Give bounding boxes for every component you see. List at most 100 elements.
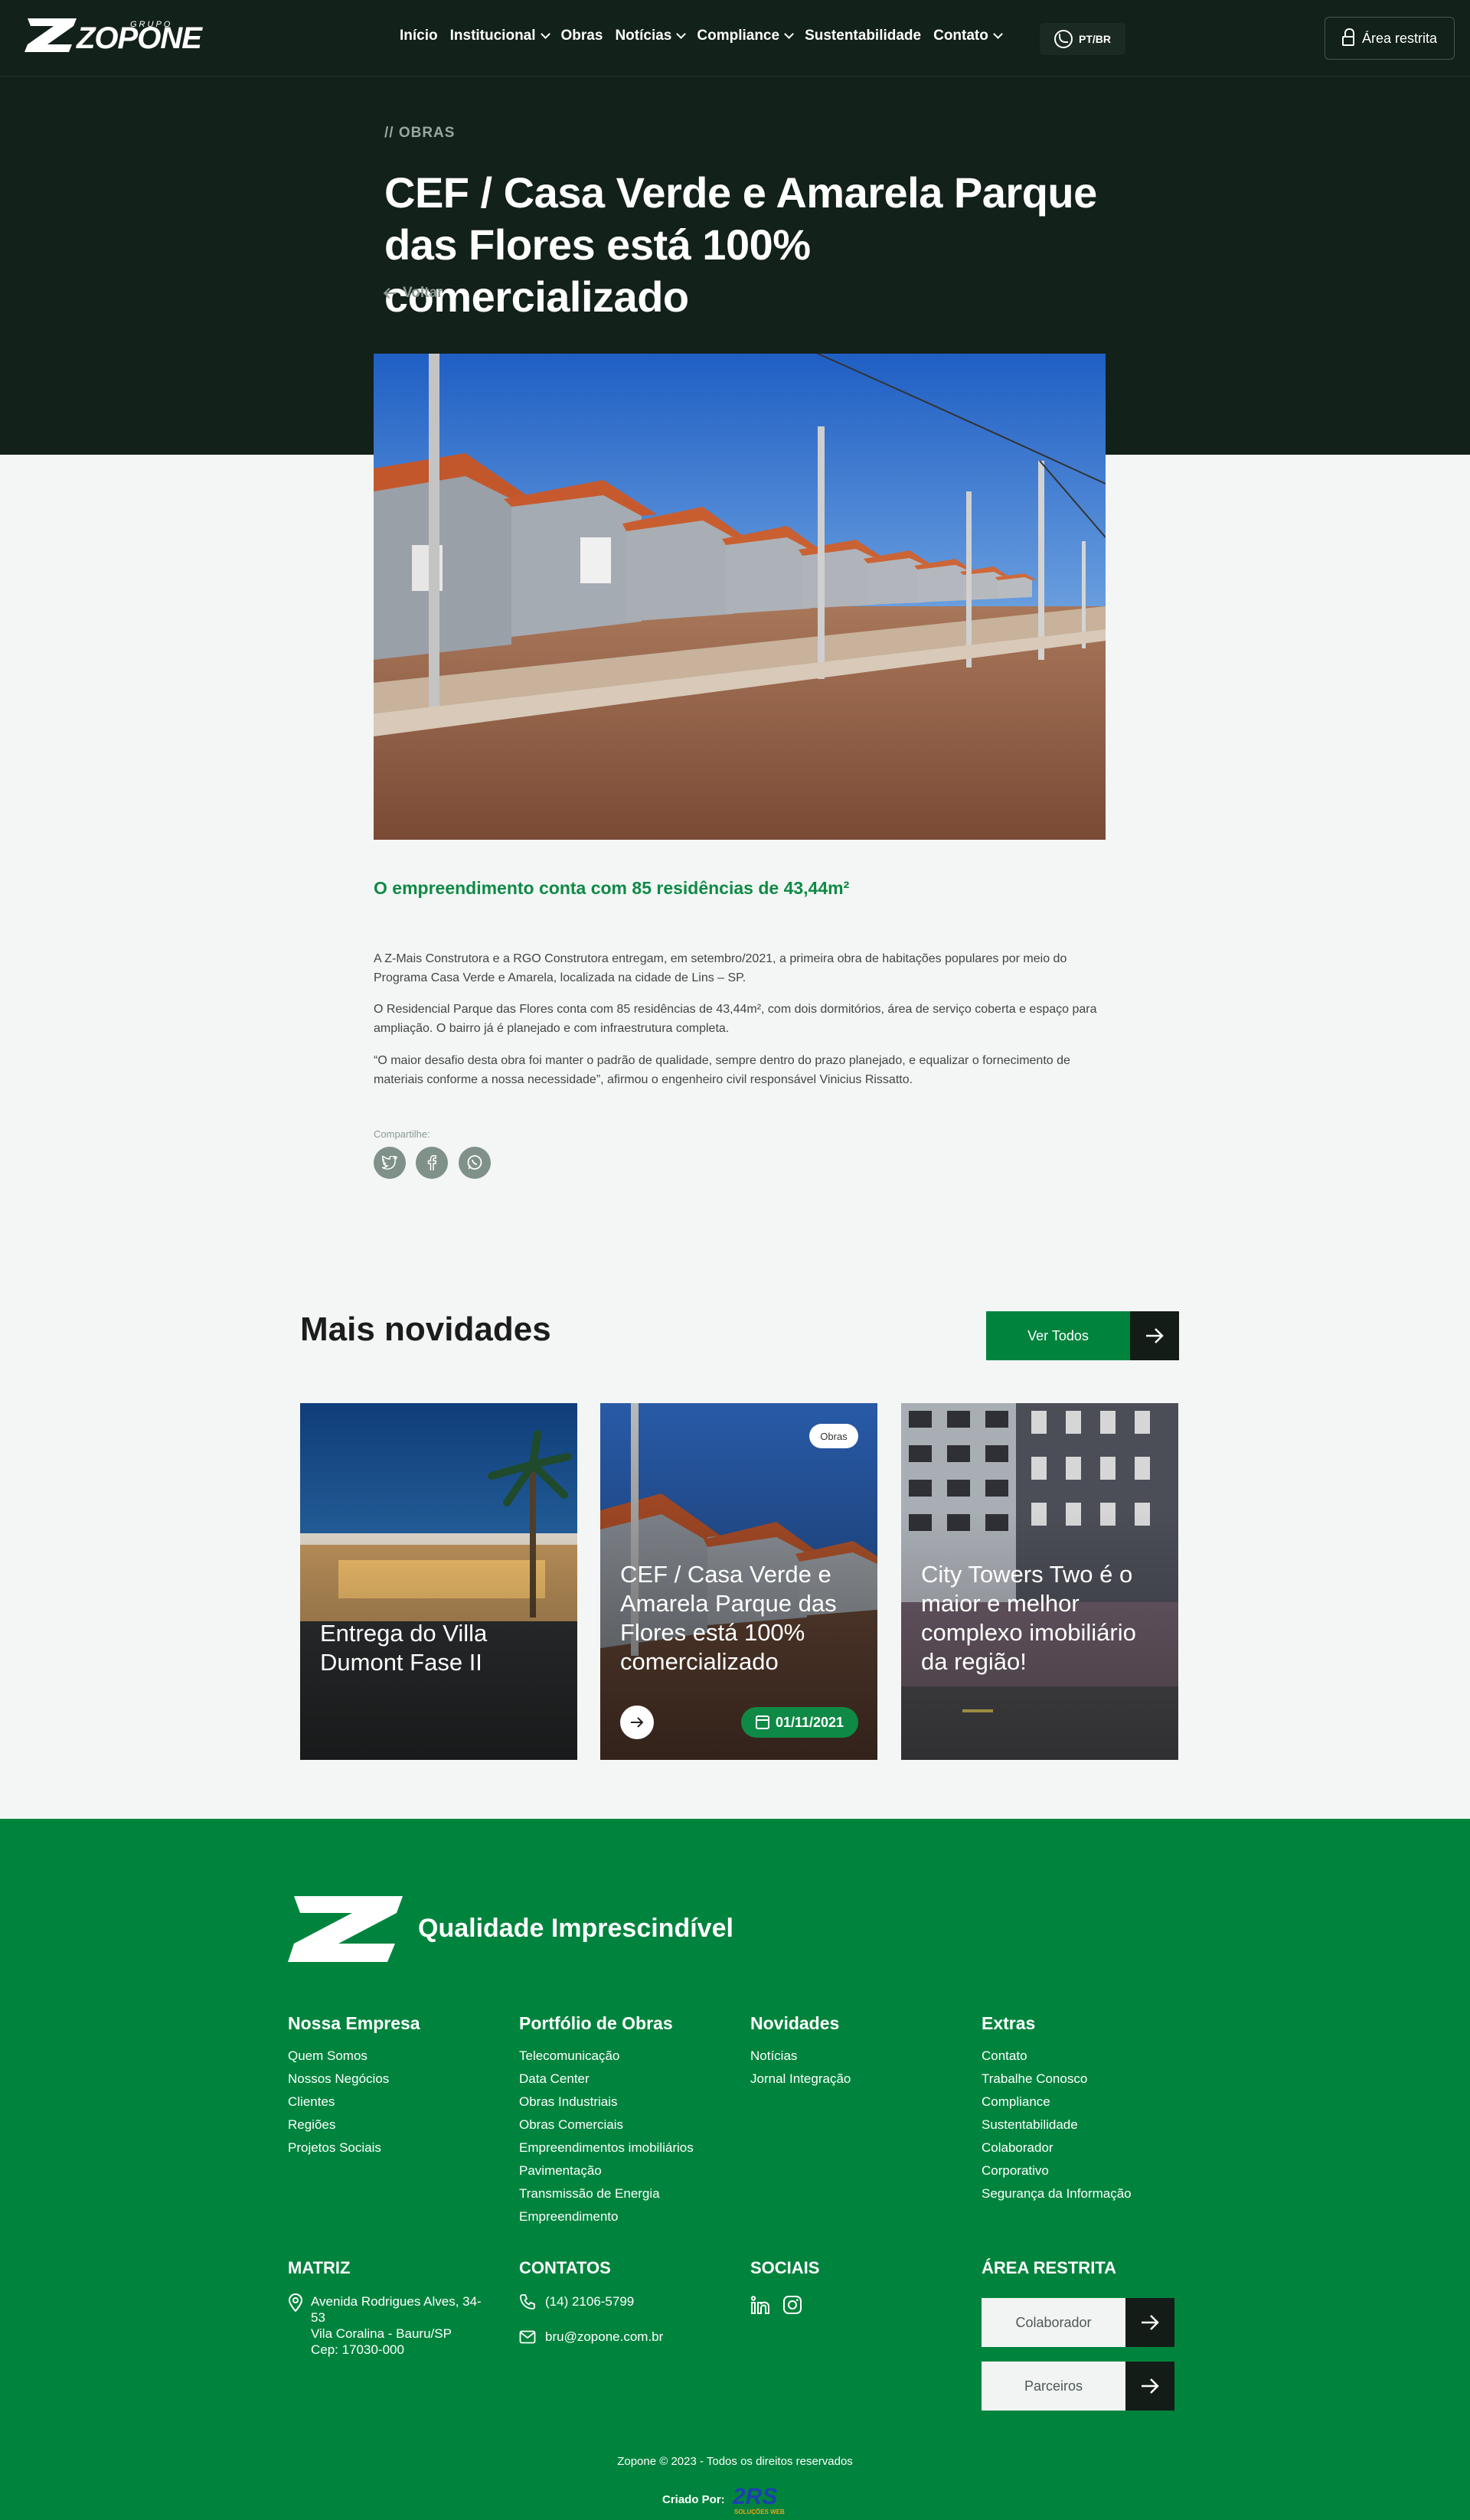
breadcrumb[interactable]: // OBRAS [384,125,455,142]
footer-link[interactable]: Telecomunicação [519,2045,694,2068]
footer-link[interactable]: Empreendimentos imobiliários [519,2136,694,2159]
card-open-button[interactable] [620,1706,654,1739]
footer-link[interactable]: Clientes [288,2091,420,2114]
news-card[interactable]: Entrega do Villa Dumont Fase II [300,1403,577,1760]
footer-link[interactable]: Projetos Sociais [288,2136,420,2159]
nav-institucional[interactable]: Institucional [450,28,550,44]
article-paragraph: “O maior desafio desta obra foi manter o… [374,1054,1070,1086]
instagram-icon[interactable] [782,2295,802,2315]
footer-link[interactable]: Corporativo [982,2159,1132,2182]
nav-contato[interactable]: Contato [933,28,1003,44]
article-paragraph: A Z-Mais Construtora e a RGO Construtora… [374,952,1067,984]
copyright: Zopone © 2023 - Todos os direitos reserv… [617,2455,853,2468]
email-address: bru@zopone.com.br [545,2329,664,2344]
nav-sustentabilidade[interactable]: Sustentabilidade [805,28,921,44]
linkedin-icon[interactable] [750,2295,770,2315]
collaborator-login-button[interactable]: Colaborador [982,2298,1174,2347]
logo-grupo-text: GRUPO [130,20,173,29]
contacts-title: CONTATOS [519,2258,611,2277]
houses-illustration [374,354,1106,840]
article-photo [374,354,1106,840]
z-logo-icon[interactable] [288,1893,404,1963]
agency-logo[interactable]: 2RS SOLUÇÕES WEB [731,2482,808,2516]
map-pin-icon [288,2293,303,2312]
share-twitter-button[interactable] [374,1147,406,1179]
see-all-label: Ver Todos [986,1311,1130,1360]
whatsapp-icon [467,1155,482,1170]
arrow-right-icon [1125,2298,1174,2347]
article-lead: O empreendimento conta com 85 residência… [374,878,850,898]
address-line: Avenida Rodrigues Alves, 34-53 [311,2294,482,2325]
main-nav: Início Institucional Obras Notícias Comp… [400,28,1014,44]
article-paragraph: O Residencial Parque das Flores conta co… [374,1003,1097,1035]
nav-compliance[interactable]: Compliance [697,28,794,44]
share-facebook-button[interactable] [416,1147,448,1179]
collaborator-label: Colaborador [982,2298,1125,2347]
footer-phone[interactable]: (14) 2106-5799 [519,2293,634,2310]
mail-icon [519,2330,536,2344]
footer-link[interactable]: Nossos Negócios [288,2068,420,2091]
address-line: Vila Coralina - Bauru/SP [311,2326,452,2341]
card-title: Entrega do Villa Dumont Fase II [320,1620,488,1676]
footer-link[interactable]: Pavimentação [519,2159,694,2182]
footer-column-title: Extras [982,2013,1036,2033]
footer-link[interactable]: Data Center [519,2068,694,2091]
arrow-right-icon [1125,2362,1174,2411]
phone-icon [520,2294,535,2309]
social-title: SOCIAIS [750,2258,820,2277]
back-link[interactable]: Voltar [384,285,443,302]
footer-brand: Qualidade Imprescindível [288,1893,733,1963]
footer-link[interactable]: Empreendimento [519,2205,694,2228]
nav-noticias[interactable]: Notícias [615,28,687,44]
footer-link[interactable]: Jornal Integração [750,2068,851,2091]
card-title: CEF / Casa Verde e Amarela Parque das Fl… [620,1561,837,1675]
address-line: Cep: 17030-000 [311,2342,404,2357]
chevron-down-icon [993,29,1003,39]
footer-link[interactable]: Trabalhe Conosco [982,2068,1132,2091]
footer-link[interactable]: Obras Industriais [519,2091,694,2114]
footer-link[interactable]: Regiões [288,2114,420,2136]
chevron-down-icon [784,29,794,39]
card-overlay [300,1403,577,1760]
footer-link[interactable]: Compliance [982,2091,1132,2114]
footer-link[interactable]: Quem Somos [288,2045,420,2068]
footer-link[interactable]: Transmissão de Energia [519,2182,694,2205]
back-label: Voltar [403,285,443,301]
footer-link[interactable]: Notícias [750,2045,851,2068]
share-whatsapp-button[interactable] [459,1147,491,1179]
lock-icon [1341,28,1354,46]
footer-link[interactable]: Contato [982,2045,1132,2068]
news-card[interactable]: City Towers Two é o maior e melhor compl… [901,1403,1178,1760]
footer-link[interactable]: Sustentabilidade [982,2114,1132,2136]
arrow-left-icon [384,287,397,299]
nav-inicio[interactable]: Início [400,28,438,44]
calendar-icon [755,1715,769,1729]
footer-tagline: Qualidade Imprescindível [418,1913,733,1943]
svg-text:SOLUÇÕES WEB: SOLUÇÕES WEB [734,2509,785,2515]
language-switcher[interactable]: PT/BR [1040,23,1125,55]
footer-column-novidades: Novidades Notícias Jornal Integração [750,2013,851,2091]
zopone-logo[interactable]: GRUPO ZOPONE [24,17,202,54]
restricted-area-button[interactable]: Área restrita [1325,17,1455,60]
footer-address: Avenida Rodrigues Alves, 34-53 Vila Cora… [288,2293,487,2358]
svg-text:2RS: 2RS [732,2484,777,2509]
partners-login-button[interactable]: Parceiros [982,2362,1174,2411]
matriz-title: MATRIZ [288,2258,351,2277]
restricted-area-title: ÁREA RESTRITA [982,2258,1116,2277]
footer-column-title: Portfólio de Obras [519,2013,673,2033]
footer-column-title: Novidades [750,2013,840,2033]
language-label: PT/BR [1079,33,1111,45]
footer-link[interactable]: Obras Comerciais [519,2114,694,2136]
footer-link[interactable]: Colaborador [982,2136,1132,2159]
news-card[interactable]: Obras CEF / Casa Verde e Amarela Parque … [600,1403,877,1760]
footer-email[interactable]: bru@zopone.com.br [519,2329,663,2345]
see-all-button[interactable]: Ver Todos [986,1311,1179,1360]
nav-obras[interactable]: Obras [561,28,603,44]
site-footer: Qualidade Imprescindível Nossa Empresa Q… [0,1819,1470,2520]
card-category-badge: Obras [809,1424,858,1448]
globe-icon [1054,30,1073,48]
phone-number: (14) 2106-5799 [545,2294,635,2309]
footer-link[interactable]: Segurança da Informação [982,2182,1132,2205]
footer-column-extras: Extras Contato Trabalhe Conosco Complian… [982,2013,1132,2205]
site-header: GRUPO ZOPONE Início Institucional Obras … [0,0,1470,77]
